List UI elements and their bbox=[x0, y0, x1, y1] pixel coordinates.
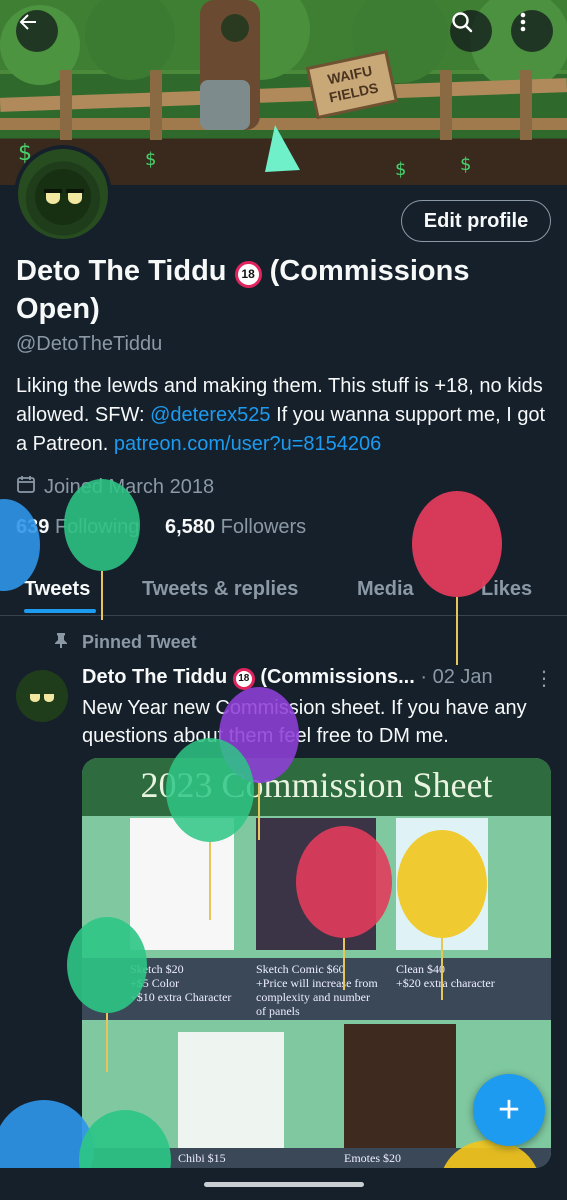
back-button[interactable] bbox=[16, 10, 58, 52]
joined-date: Joined March 2018 bbox=[16, 474, 214, 500]
follow-stats: 639 Following 6,580 Followers bbox=[16, 516, 306, 539]
sheet-sketch-image bbox=[130, 818, 234, 950]
age-restriction-badge-small-icon: 18 bbox=[232, 668, 255, 690]
profile-name: Deto The Tiddu 18 (Commissions Open) bbox=[16, 252, 536, 328]
tab-likes[interactable]: Likes bbox=[481, 578, 532, 601]
caption-chibi: Chibi $15 bbox=[178, 1151, 226, 1165]
tab-media[interactable]: Media bbox=[357, 578, 414, 601]
svg-text:$: $ bbox=[145, 149, 156, 170]
profile-handle: @DetoTheTiddu bbox=[16, 333, 163, 355]
age-restriction-badge-icon: 18 bbox=[234, 261, 262, 288]
tweet-author-suffix: (Commissions... bbox=[260, 666, 415, 688]
following-link[interactable]: 639 Following bbox=[16, 516, 139, 538]
followers-label: Followers bbox=[220, 516, 307, 538]
sheet-emotes-image bbox=[344, 1024, 456, 1150]
plus-icon: + bbox=[497, 1088, 521, 1131]
pinned-tweet-text: Pinned Tweet bbox=[82, 632, 197, 652]
compose-tweet-button[interactable]: + bbox=[473, 1074, 545, 1146]
pin-icon bbox=[54, 632, 68, 653]
active-tab-indicator bbox=[24, 609, 96, 613]
caption-emotes: Emotes $20 bbox=[344, 1151, 401, 1165]
caption-comic: Sketch Comic $60 +Price will increase fr… bbox=[256, 962, 378, 1018]
more-options-button[interactable] bbox=[511, 10, 553, 52]
pinned-tweet-label: Pinned Tweet bbox=[54, 632, 197, 653]
avatar bbox=[18, 149, 108, 239]
sheet-title: 2023 Commission Sheet bbox=[140, 765, 493, 805]
svg-text:$: $ bbox=[395, 159, 406, 180]
profile-name-text: Deto The Tiddu bbox=[16, 255, 227, 287]
tweet-date: · 02 Jan bbox=[420, 666, 493, 688]
profile-avatar[interactable] bbox=[14, 145, 112, 243]
following-count: 639 bbox=[16, 516, 50, 538]
tweet-more-icon[interactable]: ⋮ bbox=[534, 666, 554, 691]
caption-clean: Clean $40 +$20 extra character bbox=[396, 962, 495, 990]
joined-date-text: Joined March 2018 bbox=[44, 475, 215, 498]
tweet-header: Deto The Tiddu 18 (Commissions... · 02 J… bbox=[82, 666, 522, 690]
tab-tweets-replies[interactable]: Tweets & replies bbox=[142, 578, 298, 601]
tab-tweets[interactable]: Tweets bbox=[24, 578, 90, 601]
followers-link[interactable]: 6,580 Followers bbox=[165, 516, 306, 538]
caption-sketch: Sketch $20 +$5 Color +$10 extra Characte… bbox=[130, 962, 232, 1004]
edit-profile-button[interactable]: Edit profile bbox=[401, 200, 551, 242]
following-label: Following bbox=[54, 516, 140, 538]
sheet-caption-band-2 bbox=[82, 1148, 551, 1168]
profile-bio: Liking the lewds and making them. This s… bbox=[16, 372, 556, 459]
calendar-icon bbox=[16, 474, 36, 500]
system-nav-bar bbox=[0, 1168, 567, 1200]
bio-patreon-link[interactable]: patreon.com/user?u=8154206 bbox=[114, 433, 381, 455]
profile-tabs: Tweets Tweets & replies Media Likes bbox=[0, 566, 567, 616]
sheet-clean-image bbox=[396, 818, 488, 950]
home-gesture-handle[interactable] bbox=[204, 1182, 364, 1187]
bio-mention-link[interactable]: @deterex525 bbox=[150, 404, 270, 426]
tweet-author-avatar[interactable] bbox=[16, 670, 68, 722]
svg-text:$: $ bbox=[460, 154, 471, 175]
sheet-chibi-image bbox=[178, 1032, 284, 1150]
tweet-text: New Year new Commission sheet. If you ha… bbox=[82, 697, 527, 747]
sheet-comic-image bbox=[256, 818, 376, 950]
tweet-author-name[interactable]: Deto The Tiddu bbox=[82, 666, 227, 688]
followers-count: 6,580 bbox=[164, 516, 216, 538]
search-button[interactable] bbox=[450, 10, 492, 52]
